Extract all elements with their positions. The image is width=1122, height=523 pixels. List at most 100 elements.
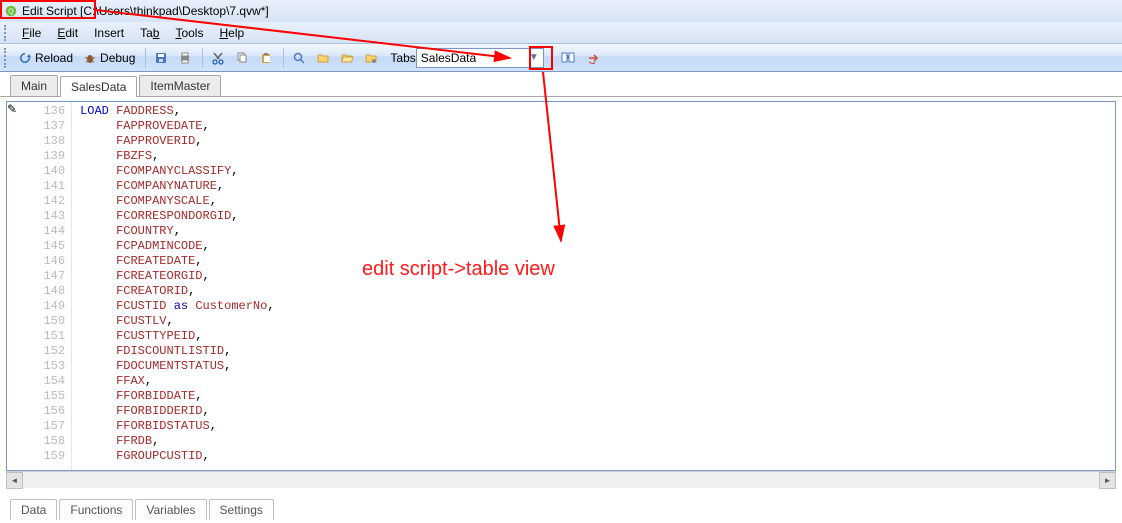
- code-line[interactable]: FDOCUMENTSTATUS,: [80, 359, 1115, 374]
- reload-button[interactable]: Reload: [14, 47, 77, 69]
- code-line[interactable]: FGROUPCUSTID,: [80, 449, 1115, 464]
- line-number: 150: [17, 314, 65, 329]
- code-line[interactable]: FCOMPANYNATURE,: [80, 179, 1115, 194]
- table-view-icon: [561, 51, 577, 65]
- search-button[interactable]: [288, 47, 310, 69]
- reload-label: Reload: [35, 51, 73, 65]
- bottom-tab-variables[interactable]: Variables: [135, 499, 206, 520]
- line-number: 138: [17, 134, 65, 149]
- bottom-tab-functions[interactable]: Functions: [59, 499, 133, 520]
- toolbar-sep-4: [552, 48, 553, 68]
- code-line[interactable]: LOAD FADDRESS,: [80, 104, 1115, 119]
- code-line[interactable]: FFAX,: [80, 374, 1115, 389]
- tabs-label: Tabs: [390, 51, 415, 65]
- code-line[interactable]: FCREATEORGID,: [80, 269, 1115, 284]
- tab-salesdata[interactable]: SalesData: [60, 76, 137, 97]
- line-number: 145: [17, 239, 65, 254]
- tab-itemmaster[interactable]: ItemMaster: [139, 75, 221, 96]
- scroll-left-button[interactable]: ◄: [6, 472, 23, 489]
- line-number: 143: [17, 209, 65, 224]
- code-line[interactable]: FBZFS,: [80, 149, 1115, 164]
- code-line[interactable]: FCOMPANYCLASSIFY,: [80, 164, 1115, 179]
- horizontal-scrollbar[interactable]: ◄ ►: [6, 471, 1116, 488]
- code-line[interactable]: FDISCOUNTLISTID,: [80, 344, 1115, 359]
- code-line[interactable]: FCREATEDATE,: [80, 254, 1115, 269]
- cut-button[interactable]: [207, 47, 229, 69]
- window-title-text: Edit Script [C:\Users\thinkpad\Desktop\7…: [22, 4, 269, 18]
- toolbar-sep-1: [145, 48, 146, 68]
- code-line[interactable]: FFORBIDDERID,: [80, 404, 1115, 419]
- bug-icon: [83, 51, 97, 65]
- copy-icon: [235, 51, 249, 65]
- folder-button-2[interactable]: [336, 47, 358, 69]
- menu-edit[interactable]: Edit: [49, 24, 86, 42]
- code-line[interactable]: FAPPROVERID,: [80, 134, 1115, 149]
- code-line[interactable]: FCREATORID,: [80, 284, 1115, 299]
- line-number: 149: [17, 299, 65, 314]
- paste-icon: [259, 51, 273, 65]
- paste-button[interactable]: [255, 47, 277, 69]
- folder-gear-icon: [364, 51, 378, 65]
- print-icon: [178, 51, 192, 65]
- search-icon: [292, 51, 306, 65]
- toolbar-sep-3: [283, 48, 284, 68]
- debug-label: Debug: [100, 51, 135, 65]
- bottom-tab-settings[interactable]: Settings: [209, 499, 274, 520]
- folder-icon: [316, 51, 330, 65]
- debug-button[interactable]: Debug: [79, 47, 139, 69]
- code-line[interactable]: FCUSTID as CustomerNo,: [80, 299, 1115, 314]
- code-line[interactable]: FCPADMINCODE,: [80, 239, 1115, 254]
- code-area[interactable]: LOAD FADDRESS, FAPPROVEDATE, FAPPROVERID…: [72, 102, 1115, 470]
- line-number: 142: [17, 194, 65, 209]
- line-number: 141: [17, 179, 65, 194]
- code-line[interactable]: FFRDB,: [80, 434, 1115, 449]
- menu-help[interactable]: Help: [211, 24, 252, 42]
- menu-insert[interactable]: Insert: [86, 24, 132, 42]
- line-number: 157: [17, 419, 65, 434]
- code-editor[interactable]: ✎ 13613713813914014114214314414514614714…: [6, 101, 1116, 471]
- scroll-track[interactable]: [23, 472, 1099, 489]
- tab-main[interactable]: Main: [10, 75, 58, 96]
- line-number: 146: [17, 254, 65, 269]
- line-number: 148: [17, 284, 65, 299]
- menu-tools[interactable]: Tools: [167, 24, 211, 42]
- folder-button-3[interactable]: [360, 47, 382, 69]
- line-number: 136: [17, 104, 65, 119]
- line-number: 156: [17, 404, 65, 419]
- toolbar: Reload Debug Tabs SalesData ▼: [0, 44, 1122, 72]
- code-line[interactable]: FCOUNTRY,: [80, 224, 1115, 239]
- save-button[interactable]: [150, 47, 172, 69]
- export-button[interactable]: [583, 47, 605, 69]
- save-icon: [154, 51, 168, 65]
- code-line[interactable]: FCOMPANYSCALE,: [80, 194, 1115, 209]
- code-line[interactable]: FFORBIDSTATUS,: [80, 419, 1115, 434]
- table-view-button[interactable]: [557, 47, 581, 69]
- line-number: 147: [17, 269, 65, 284]
- menu-tab[interactable]: Tab: [132, 24, 167, 42]
- copy-button[interactable]: [231, 47, 253, 69]
- code-line[interactable]: FFORBIDDATE,: [80, 389, 1115, 404]
- code-line[interactable]: FCORRESPONDORGID,: [80, 209, 1115, 224]
- toolbar-grip: [4, 48, 10, 68]
- folder-button-1[interactable]: [312, 47, 334, 69]
- code-line[interactable]: FCUSTLV,: [80, 314, 1115, 329]
- code-line[interactable]: FCUSTTYPEID,: [80, 329, 1115, 344]
- line-number: 155: [17, 389, 65, 404]
- code-line[interactable]: FAPPROVEDATE,: [80, 119, 1115, 134]
- script-tabs: Main SalesData ItemMaster: [0, 72, 1122, 96]
- print-button[interactable]: [174, 47, 196, 69]
- line-number: 154: [17, 374, 65, 389]
- app-icon: Q: [4, 4, 18, 18]
- bottom-tab-data[interactable]: Data: [10, 499, 57, 520]
- scroll-right-button[interactable]: ►: [1099, 472, 1116, 489]
- toolbar-sep-2: [202, 48, 203, 68]
- tabs-dropdown[interactable]: SalesData ▼: [416, 48, 544, 68]
- svg-text:Q: Q: [8, 9, 14, 16]
- bottom-tabs: Data Functions Variables Settings: [0, 494, 1122, 520]
- line-number: 151: [17, 329, 65, 344]
- chevron-down-icon: ▼: [529, 52, 539, 63]
- tabs-dropdown-value: SalesData: [421, 51, 476, 65]
- menu-file[interactable]: File: [14, 24, 49, 42]
- line-number: 139: [17, 149, 65, 164]
- line-number: 137: [17, 119, 65, 134]
